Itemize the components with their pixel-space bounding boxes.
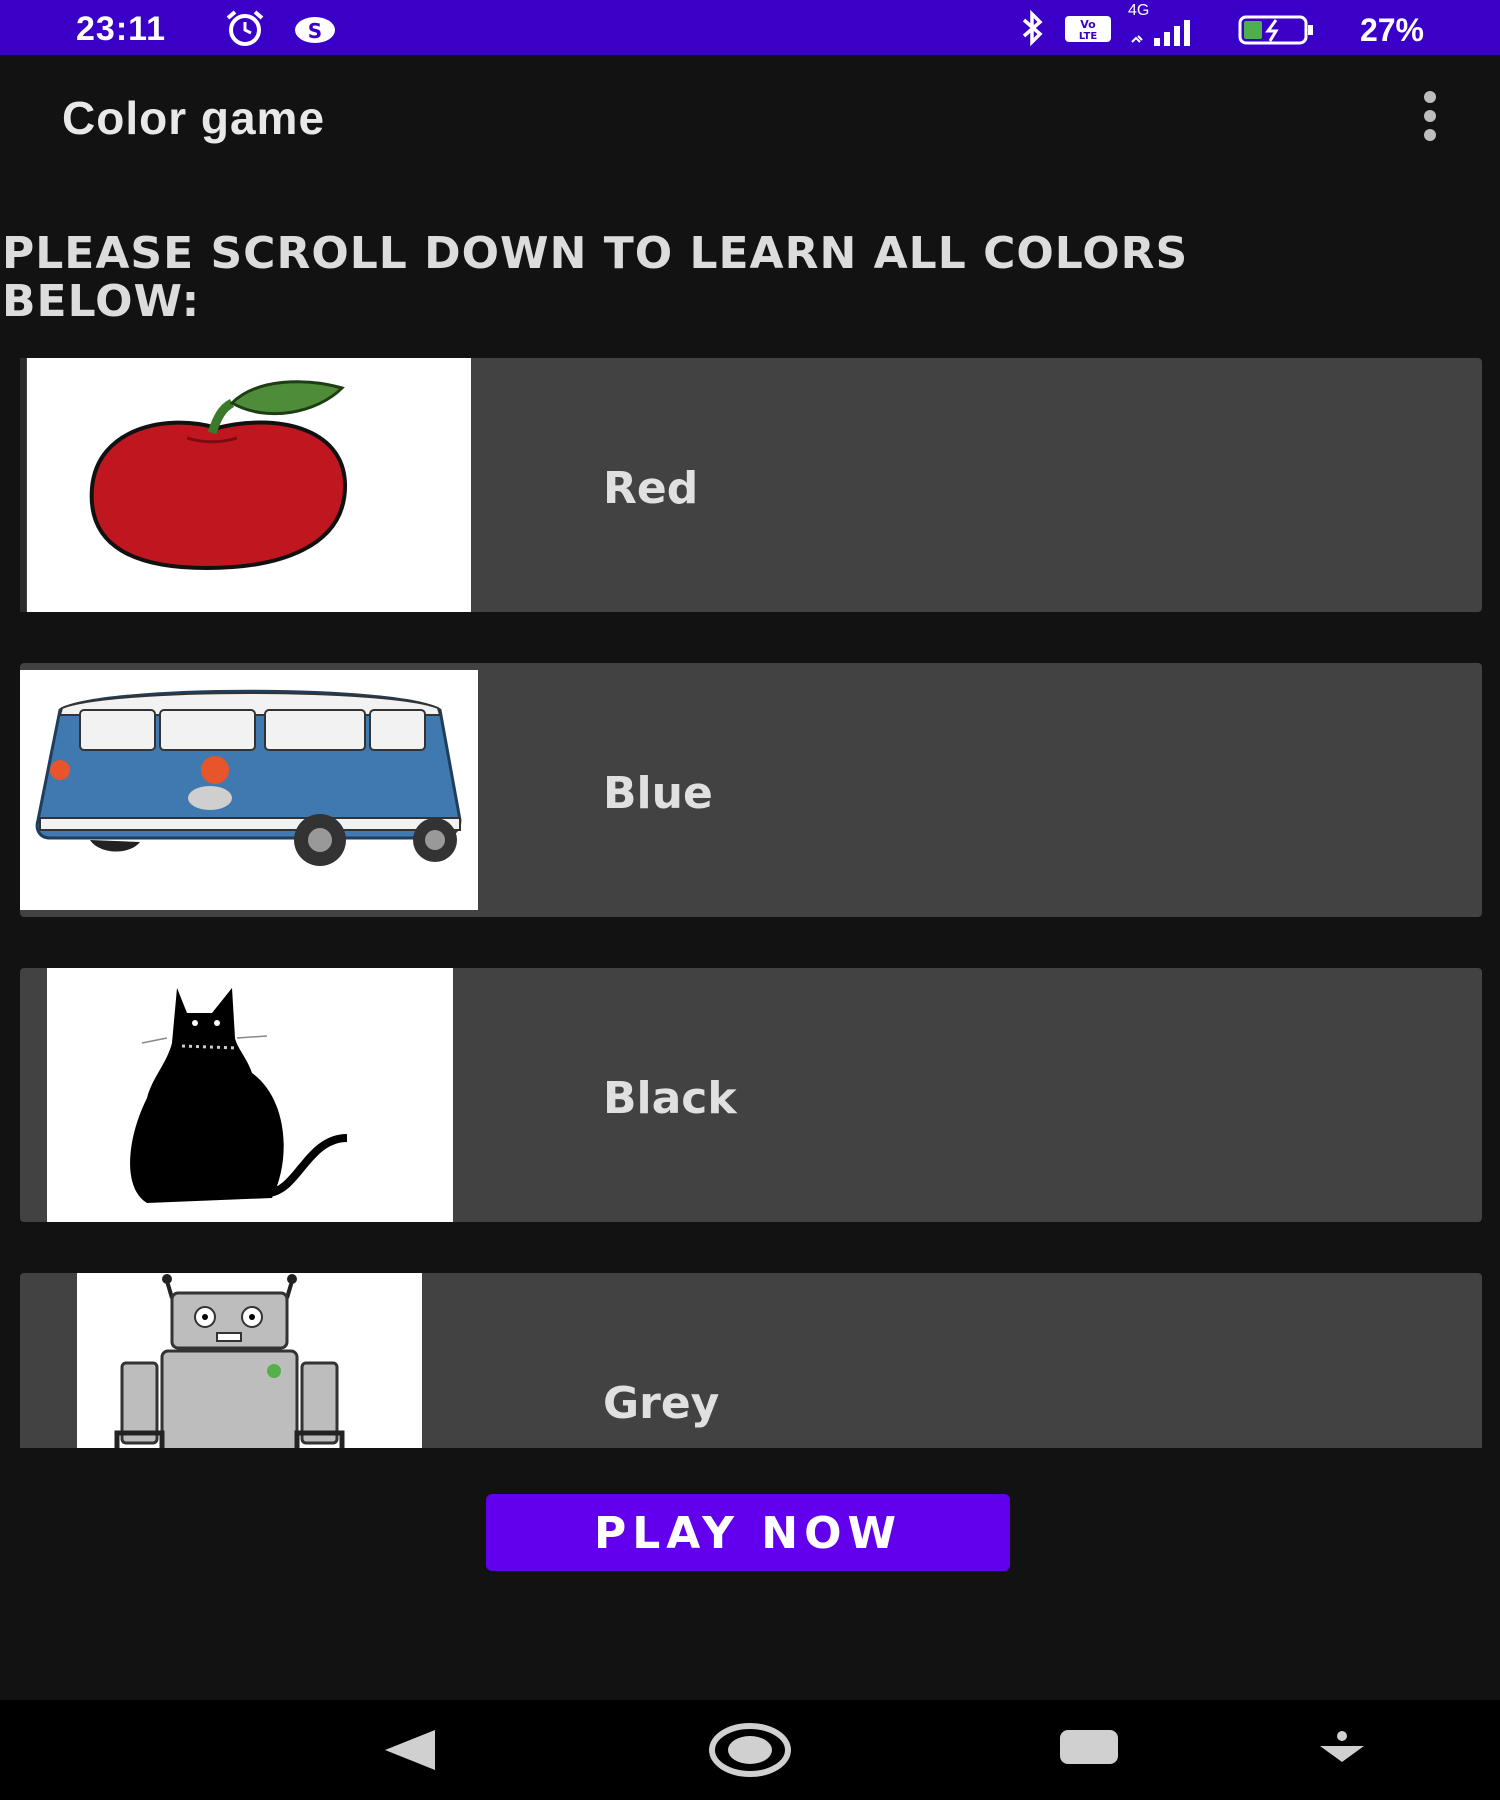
svg-text:LTE: LTE bbox=[1079, 31, 1098, 42]
svg-text:S: S bbox=[308, 19, 322, 43]
home-icon[interactable] bbox=[708, 1722, 792, 1783]
bluetooth-icon bbox=[1012, 8, 1052, 53]
play-now-button[interactable]: PLAY NOW bbox=[486, 1494, 1010, 1571]
list-item-grey[interactable]: Grey bbox=[20, 1273, 1482, 1448]
svg-text:Vo: Vo bbox=[1080, 18, 1096, 31]
color-label: Black bbox=[603, 1073, 737, 1124]
hide-navbar-icon[interactable] bbox=[1316, 1730, 1368, 1775]
cat-image bbox=[47, 968, 453, 1222]
back-icon[interactable] bbox=[380, 1725, 440, 1780]
alarm-icon bbox=[220, 8, 270, 53]
list-item-red[interactable]: Red bbox=[20, 358, 1482, 612]
navigation-bar bbox=[0, 1700, 1500, 1800]
apple-image bbox=[27, 358, 471, 612]
robot-image bbox=[77, 1273, 422, 1448]
volte-icon: Vo LTE bbox=[1064, 14, 1114, 49]
overflow-menu-button[interactable] bbox=[1410, 91, 1450, 141]
signal-icon bbox=[1128, 14, 1218, 55]
status-bar: 23:11 S Vo LTE 4G 27% bbox=[0, 0, 1500, 55]
app-bar: Color game bbox=[0, 55, 1500, 180]
more-vert-icon bbox=[1424, 91, 1436, 103]
color-label: Blue bbox=[603, 768, 713, 819]
color-list[interactable]: Red Blue Black Grey bbox=[20, 358, 1482, 1448]
list-item-blue[interactable]: Blue bbox=[20, 663, 1482, 917]
sync-app-icon: S bbox=[290, 8, 340, 53]
bus-image bbox=[20, 670, 478, 910]
app-title: Color game bbox=[62, 92, 326, 144]
instruction-text: PLEASE SCROLL DOWN TO LEARN ALL COLORS B… bbox=[2, 228, 1189, 327]
battery-icon bbox=[1238, 14, 1318, 51]
status-time: 23:11 bbox=[76, 10, 167, 48]
color-label: Red bbox=[603, 463, 699, 514]
battery-percent: 27% bbox=[1359, 12, 1424, 48]
list-item-black[interactable]: Black bbox=[20, 968, 1482, 1222]
color-label: Grey bbox=[603, 1378, 720, 1429]
recents-icon[interactable] bbox=[1058, 1728, 1120, 1773]
